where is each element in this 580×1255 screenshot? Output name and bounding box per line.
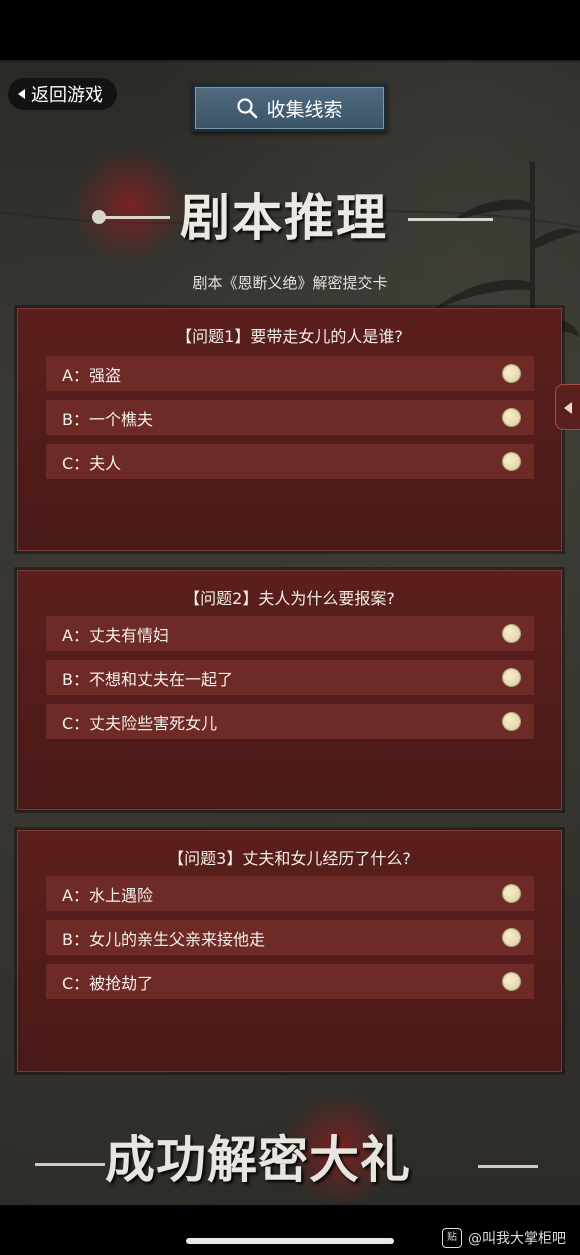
option-label: A：水上遇险	[62, 885, 153, 905]
option-row[interactable]: B：一个樵夫	[46, 400, 534, 435]
title-banner: 剧本推理	[0, 170, 580, 260]
page-title: 剧本推理	[180, 188, 388, 247]
collect-clues-label: 收集线索	[266, 98, 343, 121]
search-icon	[237, 98, 258, 119]
option-row[interactable]: A：丈夫有情妇	[46, 616, 534, 651]
question-title: 【问题2】夫人为什么要报案?	[184, 589, 395, 608]
banner-ornament-right	[478, 1165, 538, 1168]
option-label: A：丈夫有情妇	[62, 625, 169, 645]
side-drawer-tab[interactable]	[555, 384, 580, 430]
watermark-text: @叫我大掌柜吧	[468, 1231, 566, 1247]
option-label: B：一个樵夫	[62, 409, 153, 429]
radio-button[interactable]	[503, 625, 520, 642]
question-title: 【问题3】丈夫和女儿经历了什么?	[168, 849, 411, 868]
question-title: 【问题1】要带走女儿的人是谁?	[176, 327, 403, 346]
banner-ornament-left	[35, 1163, 105, 1166]
option-row[interactable]: A：水上遇险	[46, 876, 534, 911]
tieba-logo-icon: 贴	[442, 1228, 462, 1248]
title-ornament-left	[100, 216, 170, 219]
page-subtitle: 剧本《恩断义绝》解密提交卡	[192, 274, 388, 292]
option-row[interactable]: C：夫人	[46, 444, 534, 479]
radio-button[interactable]	[503, 669, 520, 686]
option-label: A：强盗	[62, 365, 121, 385]
option-row[interactable]: B：女儿的亲生父亲来接他走	[46, 920, 534, 955]
watermark: 贴 @叫我大掌柜吧	[442, 1228, 566, 1248]
option-row[interactable]: C：丈夫险些害死女儿	[46, 704, 534, 739]
reward-banner: 成功解密大礼	[105, 1130, 411, 1189]
question-card-2: 【问题2】夫人为什么要报案? A：丈夫有情妇 B：不想和丈夫在一起了 C：丈夫险…	[17, 570, 562, 810]
option-row[interactable]: C：被抢劫了	[46, 964, 534, 999]
radio-button[interactable]	[503, 365, 520, 382]
back-arrow-icon	[18, 89, 25, 99]
radio-button[interactable]	[503, 885, 520, 902]
back-to-game-button[interactable]: 返回游戏	[8, 78, 117, 110]
back-label: 返回游戏	[31, 85, 103, 106]
home-indicator[interactable]	[186, 1238, 394, 1244]
collect-clues-button[interactable]: 收集线索	[192, 84, 387, 132]
radio-button[interactable]	[503, 973, 520, 990]
radio-button[interactable]	[503, 409, 520, 426]
option-label: C：夫人	[62, 453, 122, 473]
option-label: C：丈夫险些害死女儿	[62, 713, 218, 733]
question-card-1: 【问题1】要带走女儿的人是谁? A：强盗 B：一个樵夫 C：夫人	[17, 308, 562, 551]
status-bar	[0, 0, 580, 62]
option-label: B：女儿的亲生父亲来接他走	[62, 929, 265, 949]
option-label: B：不想和丈夫在一起了	[62, 669, 233, 689]
radio-button[interactable]	[503, 453, 520, 470]
option-row[interactable]: B：不想和丈夫在一起了	[46, 660, 534, 695]
radio-button[interactable]	[503, 713, 520, 730]
title-ornament-right	[408, 218, 493, 221]
question-card-3: 【问题3】丈夫和女儿经历了什么? A：水上遇险 B：女儿的亲生父亲来接他走 C：…	[17, 830, 562, 1072]
radio-button[interactable]	[503, 929, 520, 946]
chevron-left-icon	[564, 402, 572, 414]
option-label: C：被抢劫了	[62, 973, 154, 993]
option-row[interactable]: A：强盗	[46, 356, 534, 391]
